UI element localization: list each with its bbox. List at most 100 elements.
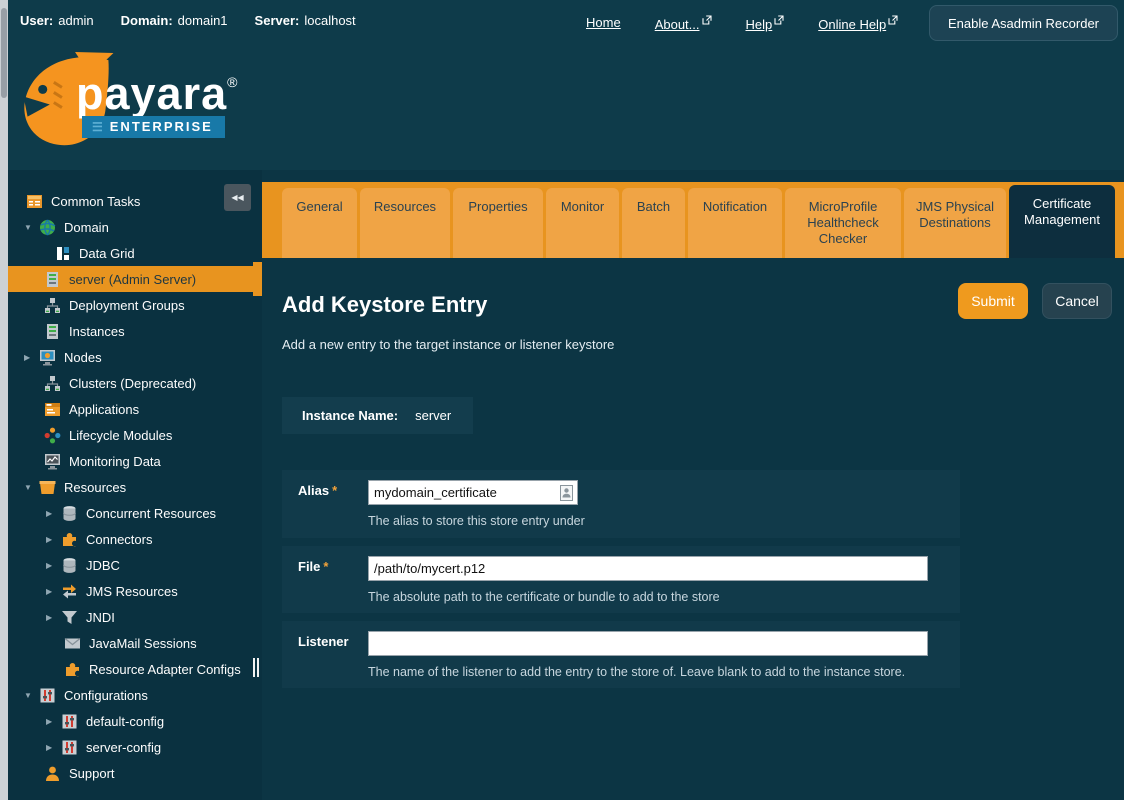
sidebar-item-label: Data Grid <box>79 246 135 261</box>
tab-monitor[interactable]: Monitor <box>546 188 619 258</box>
sidebar-item-resource-adapter-configs[interactable]: Resource Adapter Configs <box>8 656 262 682</box>
sidebar-item-concurrent-resources[interactable]: ▶Concurrent Resources <box>8 500 262 526</box>
server-icon <box>44 323 61 340</box>
listener-label: Listener <box>298 634 349 649</box>
link-help[interactable]: Help <box>746 15 785 32</box>
tab-properties[interactable]: Properties <box>453 188 543 258</box>
tab-jms-physical-destinations[interactable]: JMS Physical Destinations <box>904 188 1006 258</box>
sidebar-item-label: Common Tasks <box>51 194 140 209</box>
external-link-icon <box>700 17 712 32</box>
caret-down-icon[interactable]: ▼ <box>24 483 39 492</box>
sidebar-item-server-admin-server[interactable]: server (Admin Server) <box>8 266 262 292</box>
sidebar-item-support[interactable]: Support <box>8 760 262 786</box>
sidebar-item-label: Connectors <box>86 532 152 547</box>
sidebar-item-jndi[interactable]: ▶JNDI <box>8 604 262 630</box>
sidebar-item-label: Resource Adapter Configs <box>89 662 241 677</box>
tab-certificate-management[interactable]: Certificate Management <box>1009 185 1115 258</box>
tab-batch[interactable]: Batch <box>622 188 685 258</box>
sidebar-item-label: Instances <box>69 324 125 339</box>
cluster-icon <box>44 375 61 392</box>
db-icon <box>61 505 78 522</box>
sidebar-item-label: Domain <box>64 220 109 235</box>
apps-icon <box>44 401 61 418</box>
instance-name-value: server <box>415 408 451 423</box>
sidebar-item-clusters-deprecated[interactable]: Clusters (Deprecated) <box>8 370 262 396</box>
sidebar-item-configurations[interactable]: ▼ Configurations <box>8 682 262 708</box>
caret-right-icon[interactable]: ▶ <box>46 561 61 570</box>
required-asterisk: * <box>323 559 328 574</box>
file-input-box <box>368 556 928 581</box>
tab-general[interactable]: General <box>282 188 357 258</box>
caret-right-icon[interactable]: ▶ <box>46 613 61 622</box>
sidebar-item-applications[interactable]: Applications <box>8 396 262 422</box>
caret-down-icon[interactable]: ▼ <box>24 691 39 700</box>
sidebar-item-lifecycle-modules[interactable]: Lifecycle Modules <box>8 422 262 448</box>
cluster-icon <box>44 297 61 314</box>
sidebar-item-data-grid[interactable]: Data Grid <box>8 240 262 266</box>
accent-sliver <box>253 262 262 296</box>
sidebar-item-instances[interactable]: Instances <box>8 318 262 344</box>
sidebar-resize-handle[interactable] <box>253 658 260 677</box>
autofill-icon[interactable] <box>560 485 577 501</box>
submit-button[interactable]: Submit <box>958 283 1028 319</box>
caret-right-icon[interactable]: ▶ <box>24 353 39 362</box>
tab-label: Batch <box>637 199 670 214</box>
lifecycle-icon <box>44 427 61 444</box>
link-home[interactable]: Home <box>586 15 621 30</box>
badge-lines-icon: ☰ <box>92 120 103 134</box>
tab-microprofile-healthcheck-checker[interactable]: MicroProfile Healthcheck Checker <box>785 188 901 258</box>
listener-field-row: ListenerThe name of the listener to add … <box>282 621 960 688</box>
link-label: Home <box>586 15 621 30</box>
node-icon <box>39 349 56 366</box>
sidebar-item-domain[interactable]: ▼ Domain <box>8 214 262 240</box>
listener-input[interactable] <box>369 633 927 654</box>
caret-right-icon[interactable]: ▶ <box>46 743 61 752</box>
caret-down-icon[interactable]: ▼ <box>24 223 39 232</box>
sidebar-item-server-config[interactable]: ▶server-config <box>8 734 262 760</box>
support-icon <box>44 765 61 782</box>
sidebar: ◀◀ Common Tasks ▼ Domain Data Grid server (A… <box>8 170 262 800</box>
caret-right-icon[interactable]: ▶ <box>46 587 61 596</box>
sidebar-item-label: Applications <box>69 402 139 417</box>
caret-right-icon[interactable]: ▶ <box>46 535 61 544</box>
alias-help-text: The alias to store this store entry unde… <box>368 514 585 528</box>
file-input[interactable] <box>369 558 927 579</box>
box-icon <box>39 479 56 496</box>
mail-icon <box>64 635 81 652</box>
config-icon <box>39 687 56 704</box>
sidebar-item-jms-resources[interactable]: ▶JMS Resources <box>8 578 262 604</box>
header: User:admin Domain:domain1 Server:localho… <box>8 0 1124 170</box>
window-scrollbar[interactable] <box>0 0 8 800</box>
sidebar-item-label: JDBC <box>86 558 120 573</box>
sidebar-item-nodes[interactable]: ▶ Nodes <box>8 344 262 370</box>
tab-resources[interactable]: Resources <box>360 188 450 258</box>
caret-right-icon[interactable]: ▶ <box>46 717 61 726</box>
sidebar-item-connectors[interactable]: ▶ Connectors <box>8 526 262 552</box>
file-help-text: The absolute path to the certificate or … <box>368 590 720 604</box>
config-icon <box>61 739 78 756</box>
scrollbar-thumb[interactable] <box>1 8 7 98</box>
enable-asadmin-recorder-button[interactable]: Enable Asadmin Recorder <box>929 5 1118 41</box>
tab-label: Resources <box>374 199 436 214</box>
link-online-help[interactable]: Online Help <box>818 15 898 32</box>
sidebar-item-deployment-groups[interactable]: Deployment Groups <box>8 292 262 318</box>
sidebar-item-default-config[interactable]: ▶default-config <box>8 708 262 734</box>
link-about[interactable]: About... <box>655 15 712 32</box>
sidebar-item-label: Configurations <box>64 688 148 703</box>
tab-notification[interactable]: Notification <box>688 188 782 258</box>
puzzle-icon <box>64 661 81 678</box>
cancel-button[interactable]: Cancel <box>1042 283 1112 319</box>
sidebar-item-label: Nodes <box>64 350 102 365</box>
sidebar-item-javamail-sessions[interactable]: JavaMail Sessions <box>8 630 262 656</box>
sidebar-item-label: Deployment Groups <box>69 298 185 313</box>
sidebar-item-jdbc[interactable]: ▶ JDBC <box>8 552 262 578</box>
sidebar-item-label: Resources <box>64 480 126 495</box>
globe-icon <box>39 219 56 236</box>
alias-input[interactable] <box>369 482 560 503</box>
caret-right-icon[interactable]: ▶ <box>46 509 61 518</box>
sidebar-collapse-button[interactable]: ◀◀ <box>224 184 251 211</box>
required-asterisk: * <box>332 483 337 498</box>
sidebar-item-monitoring-data[interactable]: Monitoring Data <box>8 448 262 474</box>
datagrid-icon <box>54 245 71 262</box>
sidebar-item-resources[interactable]: ▼ Resources <box>8 474 262 500</box>
